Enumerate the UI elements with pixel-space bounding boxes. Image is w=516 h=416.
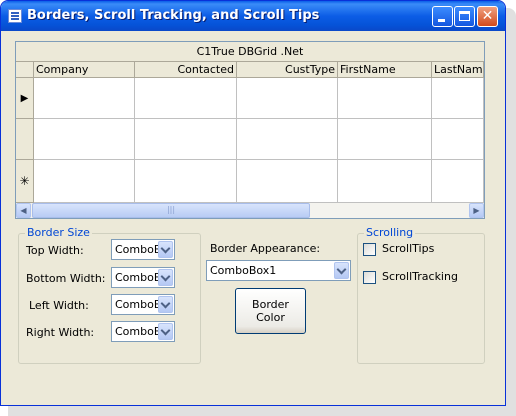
border-size-title: Border Size <box>25 226 92 239</box>
minimize-button[interactable] <box>432 6 453 27</box>
grid-cell[interactable] <box>135 160 237 203</box>
border-appearance-value: ComboBox1 <box>210 264 277 277</box>
border-color-button-label-line2: Color <box>256 311 285 324</box>
left-width-value: ComboB <box>115 298 162 311</box>
grid-cell[interactable] <box>34 160 135 203</box>
chevron-down-icon[interactable] <box>158 323 173 340</box>
grid-cell[interactable] <box>432 78 484 119</box>
chevron-down-icon[interactable] <box>158 269 173 286</box>
right-width-combo[interactable]: ComboB <box>111 321 175 342</box>
grid-cell[interactable] <box>237 78 338 119</box>
scrolltracking-label[interactable]: ScrollTracking <box>382 270 458 283</box>
top-width-combo[interactable]: ComboB <box>111 239 175 260</box>
grid-cell[interactable] <box>338 119 432 160</box>
column-header-contacted[interactable]: Contacted <box>135 62 237 77</box>
maximize-button[interactable] <box>454 6 475 27</box>
scrolltips-label[interactable]: ScrollTips <box>382 242 434 255</box>
window-title: Borders, Scroll Tracking, and Scroll Tip… <box>27 8 320 23</box>
horizontal-scrollbar[interactable]: ◀ ||| ▶ <box>16 203 484 218</box>
left-width-label: Left Width: <box>29 299 89 312</box>
column-header-company[interactable]: Company <box>34 62 135 77</box>
bottom-width-combo[interactable]: ComboB <box>111 267 175 288</box>
close-icon: ✕ <box>481 8 494 24</box>
minimize-icon <box>438 19 445 22</box>
bottom-width-label: Bottom Width: <box>26 272 106 285</box>
border-color-button[interactable]: Border Color <box>235 288 306 334</box>
scroll-right-icon[interactable]: ▶ <box>469 203 484 218</box>
grid-cell[interactable] <box>432 119 484 160</box>
right-width-label: Right Width: <box>26 326 95 339</box>
grid-cell[interactable] <box>34 78 135 119</box>
scrolltips-checkbox[interactable] <box>363 243 376 256</box>
chevron-down-icon[interactable] <box>158 296 173 313</box>
column-header-lastname[interactable]: LastNam <box>432 62 484 77</box>
app-window: Borders, Scroll Tracking, and Scroll Tip… <box>0 0 506 406</box>
top-width-label: Top Width: <box>26 244 84 257</box>
chevron-down-icon[interactable] <box>334 262 349 279</box>
header-corner <box>16 62 34 77</box>
right-width-value: ComboB <box>115 325 162 338</box>
current-row-arrow-icon[interactable]: ▶ <box>16 78 34 119</box>
scrolling-title: Scrolling <box>364 226 416 239</box>
grid-caption: C1True DBGrid .Net <box>16 42 484 62</box>
border-appearance-label: Border Appearance: <box>210 242 321 255</box>
column-header-firstname[interactable]: FirstName <box>338 62 432 77</box>
new-row-star-icon[interactable]: ✳ <box>16 160 34 203</box>
maximize-icon <box>459 11 470 21</box>
grid-cell[interactable] <box>237 160 338 203</box>
grid-cell[interactable] <box>338 78 432 119</box>
close-button[interactable]: ✕ <box>477 6 498 27</box>
top-width-value: ComboB <box>115 243 162 256</box>
left-width-combo[interactable]: ComboB <box>111 294 175 315</box>
title-bar[interactable]: Borders, Scroll Tracking, and Scroll Tip… <box>1 1 505 31</box>
bottom-width-value: ComboB <box>115 271 162 284</box>
row-selector[interactable] <box>16 119 34 160</box>
form-icon <box>8 9 22 23</box>
border-appearance-combo[interactable]: ComboBox1 <box>206 260 351 281</box>
grid-cell[interactable] <box>34 119 135 160</box>
column-header-custtype[interactable]: CustType <box>237 62 338 77</box>
true-dbgrid[interactable]: C1True DBGrid .Net Company Contacted Cus… <box>15 41 485 219</box>
scrolltracking-checkbox[interactable] <box>363 271 376 284</box>
grid-cell[interactable] <box>135 78 237 119</box>
grid-cell[interactable] <box>237 119 338 160</box>
scroll-thumb[interactable]: ||| <box>32 203 310 218</box>
chevron-down-icon[interactable] <box>158 241 173 258</box>
grid-cell[interactable] <box>338 160 432 203</box>
grid-cell[interactable] <box>135 119 237 160</box>
border-color-button-label-line1: Border <box>252 298 289 311</box>
grid-cell[interactable] <box>432 160 484 203</box>
grid-header: Company Contacted CustType FirstName Las… <box>16 62 484 78</box>
scroll-left-icon[interactable]: ◀ <box>16 203 31 218</box>
